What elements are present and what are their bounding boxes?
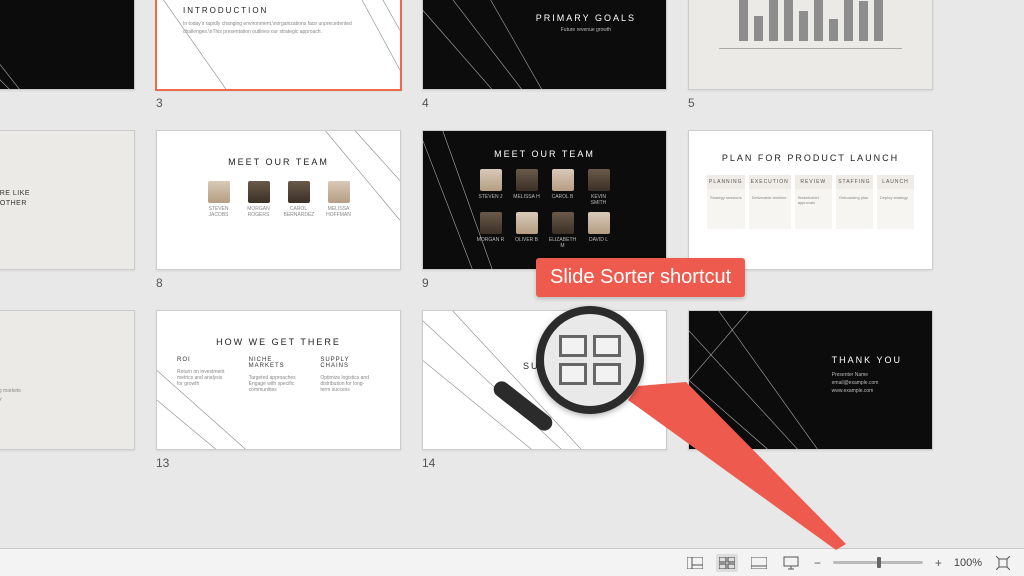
slide-body: In today's rapidly changing environment,… (183, 21, 374, 36)
slide-number: 9 (422, 276, 429, 290)
team-row: STEVEN J MELISSA H CAROL B KEVIN SMITH (423, 169, 666, 206)
team-row: STEVEN JACOBS MORGAN ROGERS CAROL BERNAR… (157, 181, 400, 218)
slide-title: CLOUD-BASED OPPORTUNITIES (0, 355, 1, 375)
slide-subtitle: Future revenue growth (536, 27, 636, 33)
reading-view-button[interactable] (748, 554, 770, 572)
team-row: MORGAN R OLIVER B ELIZABETH M DAVID L (423, 212, 666, 249)
slide-thumb[interactable]: PLAN FOR PRODUCT LAUNCH PLANNINGStrategy… (688, 130, 933, 270)
annotation-callout: Slide Sorter shortcut (536, 258, 745, 297)
slide-title: MEET OUR TEAM (157, 157, 400, 167)
slide-title: THANK YOU (832, 355, 902, 365)
slide-thumb[interactable] (688, 0, 933, 90)
slideshow-button[interactable] (780, 554, 802, 572)
zoom-out-button[interactable]: − (812, 556, 823, 570)
annotation-magnifier (536, 306, 644, 414)
zoom-percent[interactable]: 100% (954, 557, 982, 569)
slide-thumb[interactable]: PRIMARY GOALS Future revenue growth (422, 0, 667, 90)
slide-body: Presenter Nameemail@example.comwww.examp… (832, 371, 902, 395)
status-bar: − + 100% (0, 548, 1024, 576)
fit-to-window-button[interactable] (992, 554, 1014, 572)
slide-title: PLAN FOR PRODUCT LAUNCH (689, 153, 932, 163)
zoom-slider[interactable] (833, 561, 923, 564)
slide-sorter-button[interactable] (716, 554, 738, 572)
thumbnail-grid: INTRODUCTION In today's rapidly changing… (0, 0, 1024, 540)
slide-thumb[interactable]: THANK YOU Presenter Nameemail@example.co… (688, 310, 933, 450)
slide-number: 13 (156, 456, 169, 470)
plan-table: PLANNINGStrategy sessions EXECUTIONDeliv… (707, 175, 914, 229)
slide-number: 3 (156, 96, 163, 110)
normal-view-button[interactable] (684, 554, 706, 572)
slide-thumb[interactable]: MEET OUR TEAM STEVEN J MELISSA H CAROL B… (422, 130, 667, 270)
slide-quote: ESS OPPORTUNITIES ARE LIKE S. THERE'S AL… (0, 189, 30, 218)
slide-title: MEET OUR TEAM (423, 149, 666, 159)
slide-thumb[interactable] (0, 0, 135, 90)
slide-title: INTRODUCTION (183, 6, 374, 15)
slide-thumb[interactable]: INTRODUCTION In today's rapidly changing… (156, 0, 401, 90)
zoom-in-button[interactable]: + (933, 556, 944, 570)
slide-sorter-canvas: INTRODUCTION In today's rapidly changing… (0, 0, 1024, 576)
slide-number: 4 (422, 96, 429, 110)
slide-thumb[interactable]: HOW WE GET THERE ROIReturn on investment… (156, 310, 401, 450)
slide-number: 14 (422, 456, 435, 470)
bar-chart (689, 0, 932, 41)
slide-title: PRIMARY GOALS (536, 13, 636, 23)
slide-body: Cloud opportunities in emerging marketsI… (0, 387, 21, 403)
columns: ROIReturn on investmentmetrics and analy… (177, 357, 380, 393)
slide-thumb[interactable]: MEET OUR TEAM STEVEN JACOBS MORGAN ROGER… (156, 130, 401, 270)
slide-title: HOW WE GET THERE (157, 337, 400, 347)
slide-number: 5 (688, 96, 695, 110)
slide-thumb[interactable]: ESS OPPORTUNITIES ARE LIKE S. THERE'S AL… (0, 130, 135, 270)
slide-sorter-icon (559, 335, 621, 385)
slide-thumb[interactable]: CLOUD-BASED OPPORTUNITIES Cloud opportun… (0, 310, 135, 450)
slide-number: 8 (156, 276, 163, 290)
